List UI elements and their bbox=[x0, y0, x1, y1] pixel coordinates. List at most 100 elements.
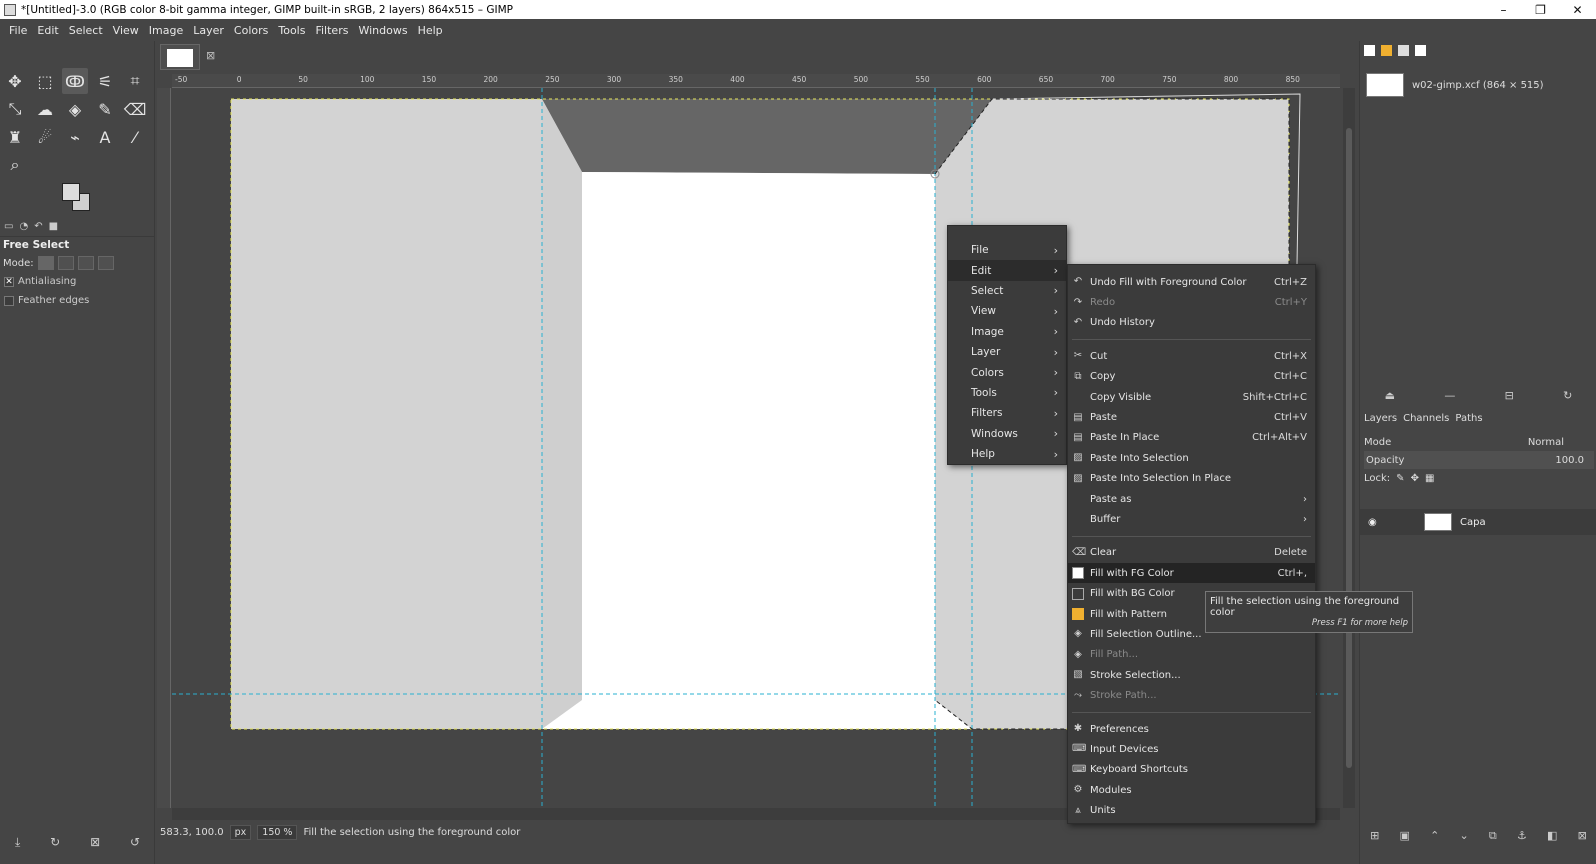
text-tool-icon[interactable]: A bbox=[92, 124, 118, 150]
duplicate-layer-icon[interactable]: ⧉ bbox=[1489, 829, 1497, 843]
brushes-tab-icon[interactable] bbox=[1364, 45, 1375, 56]
foreground-color-swatch[interactable] bbox=[62, 183, 80, 201]
feather-edges-option[interactable]: Feather edges bbox=[4, 295, 89, 306]
ctx-colors[interactable]: Colors › bbox=[948, 362, 1066, 382]
zoom-select[interactable]: 150 % bbox=[257, 824, 298, 840]
edit-menu-clear[interactable]: ⌫ Clear Delete bbox=[1068, 543, 1315, 563]
minimize-button[interactable]: – bbox=[1485, 3, 1522, 17]
undo-history-tab-icon[interactable]: ↶ bbox=[34, 221, 42, 236]
ctx-tools[interactable]: Tools › bbox=[948, 383, 1066, 403]
layer-visibility-eye-icon[interactable]: ◉ bbox=[1368, 517, 1398, 528]
edit-menu-preferences[interactable]: ✱ Preferences bbox=[1068, 719, 1315, 739]
warp-tool-icon[interactable]: ☁ bbox=[32, 96, 58, 122]
restore-options-icon[interactable]: ↻ bbox=[50, 835, 60, 849]
horizontal-ruler[interactable]: -50 0 50 100 150 200 250 300 350 400 450 500 550 600 6… bbox=[172, 74, 1340, 88]
layer-name[interactable]: Capa bbox=[1460, 517, 1486, 528]
edit-menu-paste-into-selection-in-place[interactable]: ▨ Paste Into Selection In Place bbox=[1068, 469, 1315, 489]
edit-menu-undo-fill-with-foreground-color[interactable]: ↶ Undo Fill with Foreground Color Ctrl+Z bbox=[1068, 272, 1315, 292]
paths-tool-icon[interactable]: ⌁ bbox=[62, 124, 88, 150]
eraser-tool-icon[interactable]: ⌫ bbox=[122, 96, 148, 122]
close-image-tab-icon[interactable]: ⊠ bbox=[206, 49, 215, 62]
menu-edit[interactable]: Edit bbox=[32, 24, 63, 37]
menu-view[interactable]: View bbox=[108, 24, 144, 37]
ctx-view[interactable]: View › bbox=[948, 301, 1066, 321]
layer-row[interactable]: ◉ Capa bbox=[1360, 509, 1596, 535]
new-layer-icon[interactable]: ⊞ bbox=[1370, 829, 1379, 843]
images-tab-icon[interactable]: ■ bbox=[49, 221, 58, 236]
edit-menu-copy[interactable]: ⧉ Copy Ctrl+C bbox=[1068, 367, 1315, 387]
lock-pixels-icon[interactable]: ✎ bbox=[1396, 473, 1404, 484]
ctx-windows[interactable]: Windows › bbox=[948, 424, 1066, 444]
ctx-image[interactable]: Image › bbox=[948, 322, 1066, 342]
mode-add-button[interactable] bbox=[57, 256, 74, 270]
bucket-fill-tool-icon[interactable]: ◈ bbox=[62, 96, 88, 122]
tab-channels[interactable]: Channels bbox=[1403, 413, 1449, 429]
edit-menu-redo[interactable]: ↷ Redo Ctrl+Y bbox=[1068, 292, 1315, 312]
menu-tools[interactable]: Tools bbox=[273, 24, 310, 37]
edit-menu-input-devices[interactable]: ⌨ Input Devices bbox=[1068, 739, 1315, 759]
menu-windows[interactable]: Windows bbox=[353, 24, 412, 37]
images-tab-icon[interactable] bbox=[1415, 45, 1426, 56]
edit-menu-paste-in-place[interactable]: ▤ Paste In Place Ctrl+Alt+V bbox=[1068, 428, 1315, 448]
antialiasing-option[interactable]: ✕ Antialiasing bbox=[4, 276, 76, 287]
menu-image[interactable]: Image bbox=[144, 24, 188, 37]
edit-menu-paste-as[interactable]: Paste as › bbox=[1068, 489, 1315, 509]
raise-layer-icon[interactable]: ⌃ bbox=[1430, 829, 1439, 843]
refresh-icon[interactable]: ↻ bbox=[1563, 389, 1572, 402]
ctx-file[interactable]: File › bbox=[948, 240, 1066, 260]
patterns-tab-icon[interactable] bbox=[1381, 45, 1392, 56]
mask-layer-icon[interactable]: ◧ bbox=[1547, 829, 1557, 843]
rect-select-tool-icon[interactable]: ⬚ bbox=[32, 68, 58, 94]
fuzzy-select-tool-icon[interactable]: ⚟ bbox=[92, 68, 118, 94]
edit-menu-modules[interactable]: ⚙ Modules bbox=[1068, 780, 1315, 800]
transform-tool-icon[interactable]: ⤡ bbox=[2, 96, 28, 122]
device-status-tab-icon[interactable]: ◔ bbox=[19, 221, 28, 236]
images-list-item[interactable]: w02-gimp.xcf (864 × 515) bbox=[1366, 68, 1566, 102]
fonts-tab-icon[interactable] bbox=[1398, 45, 1409, 56]
edit-menu-fill-with-fg-color[interactable]: Fill with FG Color Ctrl+, bbox=[1068, 563, 1315, 584]
image-tab-thumbnail[interactable] bbox=[160, 44, 200, 70]
free-select-tool-icon[interactable]: ↂ bbox=[62, 68, 88, 94]
color-picker-tool-icon[interactable]: ⁄ bbox=[122, 124, 148, 150]
reset-options-icon[interactable]: ↺ bbox=[130, 835, 140, 849]
tab-layers[interactable]: Layers bbox=[1364, 413, 1397, 429]
edit-menu-stroke-selection[interactable]: ▧ Stroke Selection... bbox=[1068, 665, 1315, 685]
unit-select[interactable]: px bbox=[229, 824, 252, 840]
zoom-tool-icon[interactable]: ⌕ bbox=[2, 152, 28, 178]
edit-menu-buffer[interactable]: Buffer › bbox=[1068, 509, 1315, 529]
mode-intersect-button[interactable] bbox=[97, 256, 114, 270]
antialiasing-checkbox[interactable]: ✕ bbox=[4, 276, 14, 287]
edit-menu-units[interactable]: ⩓ Units bbox=[1068, 800, 1315, 820]
ctx-filters[interactable]: Filters › bbox=[948, 403, 1066, 423]
edit-menu-stroke-path[interactable]: ⤳ Stroke Path... bbox=[1068, 685, 1315, 705]
new-layer-group-icon[interactable]: ▣ bbox=[1400, 829, 1410, 843]
layer-mode-select[interactable]: Normal bbox=[1528, 437, 1564, 448]
lower-layer-icon[interactable]: ⌄ bbox=[1460, 829, 1469, 843]
edit-menu-undo-history[interactable]: ↶ Undo History bbox=[1068, 313, 1315, 333]
opacity-value[interactable]: 100.0 bbox=[1555, 455, 1584, 466]
menu-select[interactable]: Select bbox=[64, 24, 108, 37]
mode-subtract-button[interactable] bbox=[77, 256, 94, 270]
vertical-ruler[interactable] bbox=[157, 88, 171, 808]
edit-menu-fill-path[interactable]: ◈ Fill Path... bbox=[1068, 645, 1315, 665]
mode-replace-button[interactable] bbox=[37, 256, 54, 270]
smudge-tool-icon[interactable]: ☄ bbox=[32, 124, 58, 150]
crop-tool-icon[interactable]: ⌗ bbox=[122, 68, 148, 94]
lock-alpha-icon[interactable]: ▦ bbox=[1425, 473, 1434, 484]
maximize-button[interactable]: ❐ bbox=[1522, 3, 1559, 17]
menu-file[interactable]: File bbox=[4, 24, 32, 37]
ctx-help[interactable]: Help › bbox=[948, 444, 1066, 464]
menu-filters[interactable]: Filters bbox=[310, 24, 353, 37]
fg-bg-colors[interactable] bbox=[60, 181, 96, 217]
ctx-edit[interactable]: Edit › bbox=[948, 260, 1066, 281]
clone-tool-icon[interactable]: ♜ bbox=[2, 124, 28, 150]
feather-edges-checkbox[interactable] bbox=[4, 295, 14, 306]
delete-image-icon[interactable]: ⊟ bbox=[1505, 389, 1514, 402]
vertical-scrollbar[interactable] bbox=[1343, 88, 1355, 808]
edit-menu-keyboard-shortcuts[interactable]: ⌨ Keyboard Shortcuts bbox=[1068, 760, 1315, 780]
ctx-select[interactable]: Select › bbox=[948, 281, 1066, 301]
ctx-layer[interactable]: Layer › bbox=[948, 342, 1066, 362]
menu-help[interactable]: Help bbox=[413, 24, 448, 37]
edit-menu-paste-into-selection[interactable]: ▨ Paste Into Selection bbox=[1068, 448, 1315, 468]
delete-options-icon[interactable]: ⊠ bbox=[90, 835, 100, 849]
